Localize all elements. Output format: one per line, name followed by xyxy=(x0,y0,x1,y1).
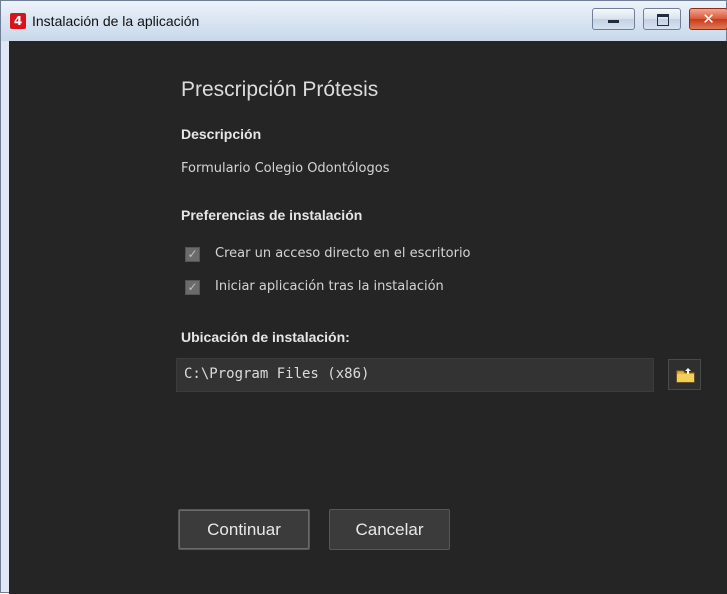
launch-after-install-checkbox[interactable]: ✓ xyxy=(185,280,200,295)
description-text: Formulario Colegio Odontólogos xyxy=(181,161,390,176)
installer-body: Prescripción Prótesis Descripción Formul… xyxy=(9,41,727,594)
install-location-field[interactable]: C:\Program Files (x86) xyxy=(176,358,654,392)
install-location-label: Ubicación de instalación: xyxy=(181,329,350,345)
folder-icon xyxy=(676,368,695,383)
app-icon: 4 xyxy=(10,13,26,29)
minimize-button[interactable] xyxy=(592,8,635,30)
launch-after-install-label[interactable]: Iniciar aplicación tras la instalación xyxy=(215,279,444,294)
cancel-button[interactable]: Cancelar xyxy=(329,509,450,550)
description-label: Descripción xyxy=(181,126,262,142)
preferences-label: Preferencias de instalación xyxy=(181,207,363,223)
browse-folder-button[interactable] xyxy=(668,359,701,390)
installer-window: 4 Instalación de la aplicación ✕ Prescri… xyxy=(0,0,727,594)
app-name-heading: Prescripción Prótesis xyxy=(181,78,379,101)
title-bar[interactable]: 4 Instalación de la aplicación ✕ xyxy=(1,1,727,41)
continue-button[interactable]: Continuar xyxy=(178,509,310,550)
maximize-button[interactable] xyxy=(643,8,681,30)
close-button[interactable]: ✕ xyxy=(689,8,727,30)
desktop-shortcut-label[interactable]: Crear un acceso directo en el escritorio xyxy=(215,246,471,261)
desktop-shortcut-checkbox[interactable]: ✓ xyxy=(185,247,200,262)
window-title: Instalación de la aplicación xyxy=(32,13,200,29)
close-icon: ✕ xyxy=(702,10,715,28)
